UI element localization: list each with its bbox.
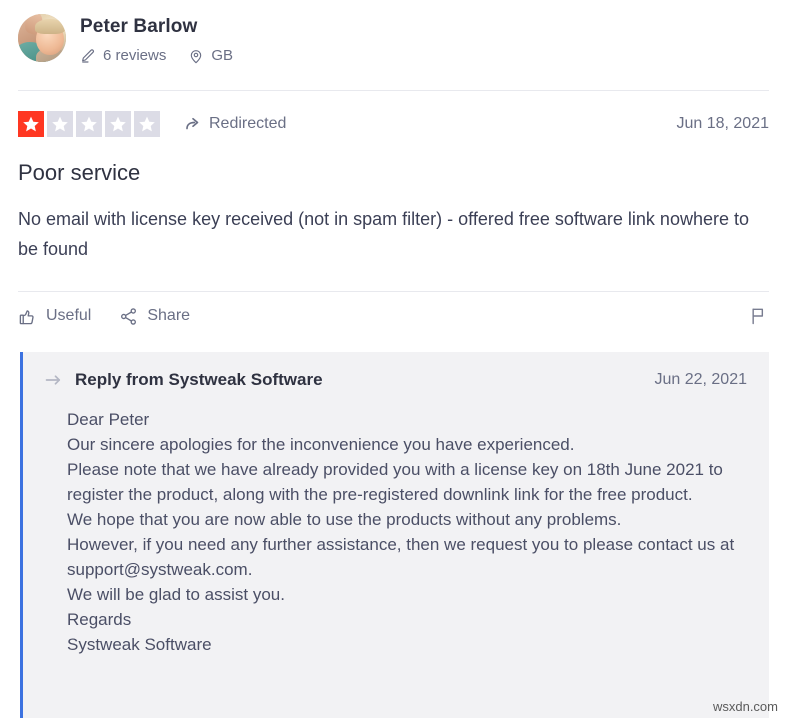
watermark: wsxdn.com	[712, 699, 778, 714]
reviewer-location: GB	[188, 47, 233, 65]
pencil-icon	[80, 48, 96, 64]
reply-header: Reply from Systweak Software Jun 22, 202…	[45, 370, 747, 390]
reply-body: Dear Peter Our sincere apologies for the…	[67, 410, 735, 654]
reply-arrow-icon	[45, 373, 63, 387]
thumbs-up-icon	[18, 307, 37, 326]
report-button[interactable]	[749, 306, 769, 326]
rating-row: Redirected Jun 18, 2021	[0, 91, 787, 137]
avatar[interactable]	[18, 14, 66, 62]
share-network-icon	[119, 307, 138, 326]
reviewer-meta-row: 6 reviews GB	[80, 47, 233, 65]
star-icon-4	[105, 111, 131, 137]
review-title[interactable]: Poor service	[0, 137, 787, 187]
review-body: No email with license key received (not …	[18, 209, 749, 259]
reviewer-review-count-label: 6 reviews	[103, 47, 167, 64]
reply-date: Jun 22, 2021	[654, 371, 747, 388]
reviewer-location-label: GB	[211, 47, 234, 64]
reviewer-name[interactable]: Peter Barlow	[80, 15, 233, 39]
avatar-photo-child-hair	[35, 19, 65, 34]
action-bar: Useful Share	[0, 292, 787, 326]
reply-from-label: Reply from Systweak Software	[75, 370, 323, 389]
share-label: Share	[147, 307, 191, 324]
review-card: Peter Barlow 6 reviews GB Redirected Jun…	[0, 0, 787, 718]
share-button[interactable]: Share	[119, 307, 190, 326]
reviewer-review-count: 6 reviews	[80, 47, 166, 65]
review-date: Jun 18, 2021	[676, 115, 769, 132]
location-pin-icon	[188, 48, 204, 64]
star-icon-2	[47, 111, 73, 137]
redirected-label: Redirected	[209, 115, 287, 132]
flag-icon	[749, 306, 769, 326]
star-rating	[18, 111, 160, 137]
useful-label: Useful	[46, 307, 92, 324]
reviewer-profile: Peter Barlow 6 reviews GB	[0, 0, 787, 74]
company-reply: Reply from Systweak Software Jun 22, 202…	[20, 352, 769, 718]
share-arrow-icon	[184, 115, 202, 133]
star-icon-5	[134, 111, 160, 137]
star-icon-3	[76, 111, 102, 137]
star-icon-1	[18, 111, 44, 137]
useful-button[interactable]: Useful	[18, 307, 91, 326]
reviewer-info: Peter Barlow 6 reviews GB	[80, 14, 233, 65]
redirected-badge: Redirected	[184, 115, 286, 133]
